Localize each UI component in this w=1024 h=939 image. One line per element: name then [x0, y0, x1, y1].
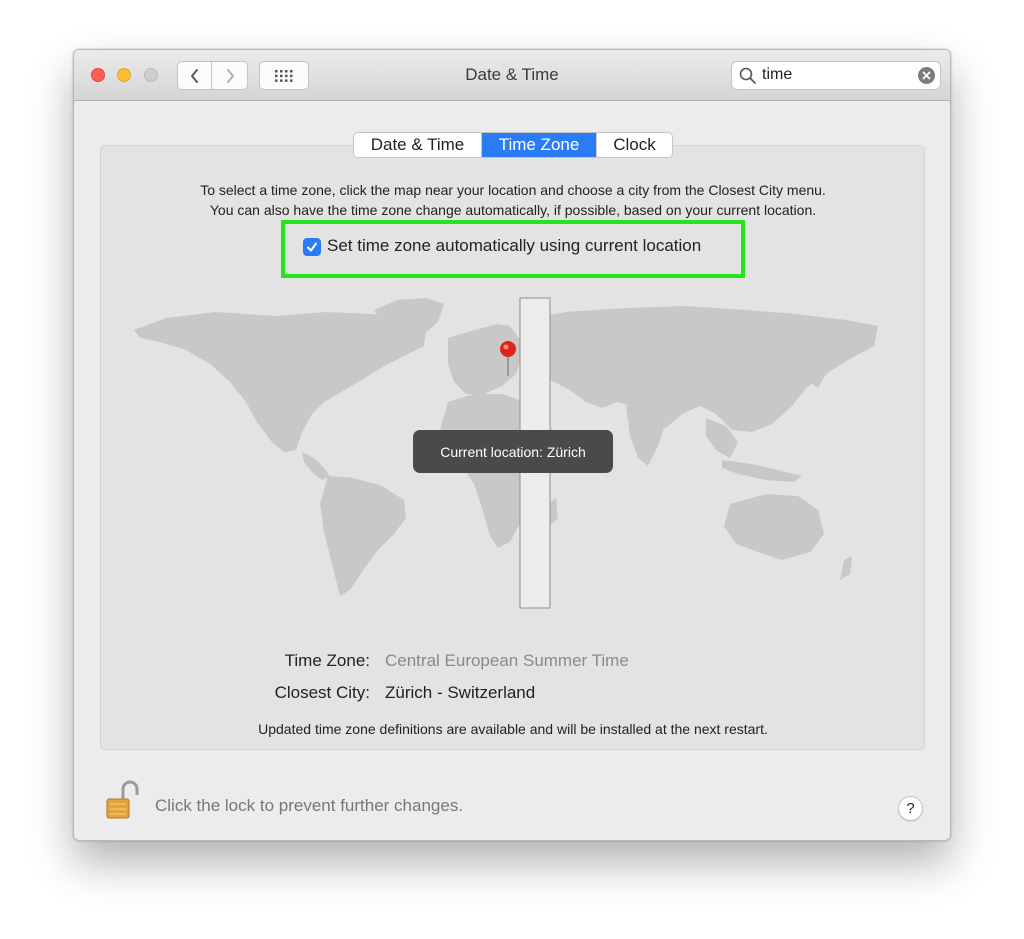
instruction-line-1: To select a time zone, click the map nea… [200, 182, 826, 198]
title-bar: Date & Time time [74, 50, 950, 101]
closest-city-value[interactable]: Zürich - Switzerland [385, 683, 535, 703]
search-field[interactable]: time [731, 61, 941, 90]
closest-city-label: Closest City: [274, 683, 370, 702]
date-time-window: Date & Time time Date & Time Time Zone C… [73, 49, 951, 841]
india [626, 406, 666, 466]
central-america [302, 452, 330, 480]
magnifier-icon [739, 67, 756, 84]
time-zone-label: Time Zone: [284, 651, 370, 670]
help-button[interactable]: ? [898, 796, 923, 821]
new-zealand [840, 556, 852, 580]
tab-date-time[interactable]: Date & Time [354, 133, 482, 157]
indonesia [722, 460, 802, 482]
unlocked-padlock-icon[interactable] [101, 777, 145, 821]
tab-clock[interactable]: Clock [596, 133, 672, 157]
auto-timezone-checkbox[interactable] [303, 238, 321, 256]
north-america [134, 312, 426, 452]
clear-icon[interactable] [918, 67, 935, 84]
australia [724, 494, 824, 560]
time-zone-value: Central European Summer Time [385, 651, 629, 670]
tab-time-zone[interactable]: Time Zone [482, 133, 596, 157]
tab-bar: Date & Time Time Zone Clock [353, 132, 673, 158]
auto-timezone-label[interactable]: Set time zone automatically using curren… [327, 236, 701, 256]
search-input-value[interactable]: time [762, 66, 792, 84]
checkmark-icon [307, 242, 317, 252]
update-notice: Updated time zone definitions are availa… [258, 721, 768, 737]
south-america [320, 476, 406, 596]
location-tooltip: Current location: Zürich [413, 430, 613, 473]
lock-message: Click the lock to prevent further change… [155, 796, 464, 815]
instruction-line-2: You can also have the time zone change a… [209, 202, 817, 218]
